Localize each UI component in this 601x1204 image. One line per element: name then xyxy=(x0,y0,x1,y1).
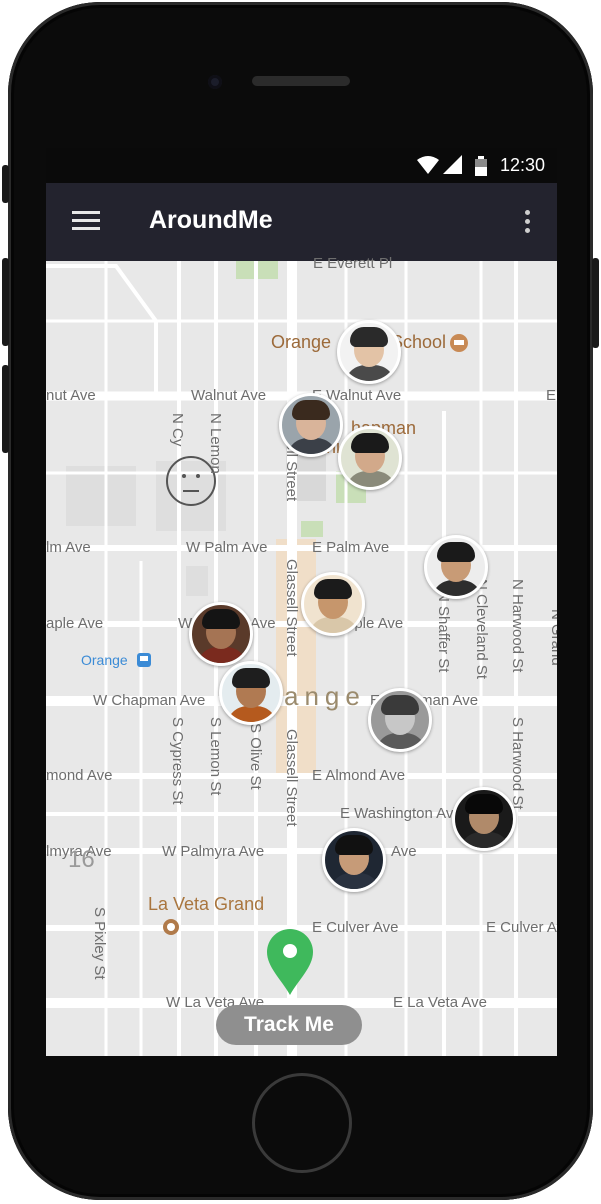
user-avatar-5[interactable] xyxy=(301,572,365,636)
street-s-cypress: S Cypress St xyxy=(169,717,186,805)
street-e-palm-ave: E Palm Ave xyxy=(312,539,390,556)
app-bar: AroundMe xyxy=(46,183,557,261)
street-walnut-ave-east: E xyxy=(546,387,557,404)
wifi-icon xyxy=(417,155,439,180)
user-avatar-2[interactable] xyxy=(279,393,343,457)
side-button-volume-up xyxy=(2,258,9,346)
transit-orange-label[interactable]: Orange xyxy=(81,652,128,668)
street-walnut-ave: Walnut Ave xyxy=(191,387,267,404)
street-e-la-veta-ave: E La Veta Ave xyxy=(393,994,487,1011)
street-n-shaffer: N Shaffer St xyxy=(435,591,452,673)
street-w-chapman-ave: W Chapman Ave xyxy=(93,692,206,709)
street-n-harwood: N Harwood St xyxy=(509,579,526,673)
city-orange-label: ange xyxy=(284,681,366,711)
screen: 12:30 AroundMe E Everett Pl nut Ave Waln… xyxy=(46,148,557,1056)
street-e-almond-ave: E Almond Ave xyxy=(312,767,406,784)
earpiece-speaker xyxy=(252,76,350,86)
home-button[interactable] xyxy=(252,1073,352,1173)
map-number-16: 16 xyxy=(68,846,95,873)
street-e-palmyra-ave: Ave xyxy=(391,843,417,860)
user-avatar-7[interactable] xyxy=(219,661,283,725)
street-walnut-ave-west: nut Ave xyxy=(46,387,96,404)
battery-icon xyxy=(475,156,487,181)
side-button-power xyxy=(592,258,599,348)
user-avatar-9[interactable] xyxy=(452,787,516,851)
street-s-pixley: S Pixley St xyxy=(91,907,108,980)
more-options-icon[interactable] xyxy=(525,210,531,234)
street-e-everett-pl: E Everett Pl xyxy=(313,255,393,272)
street-maple-ave-mid: Ave xyxy=(250,615,276,632)
street-s-olive: S Olive St xyxy=(247,723,264,790)
street-maple-ave-west: aple Ave xyxy=(46,615,104,632)
user-avatar-1[interactable] xyxy=(337,320,401,384)
user-avatar-10[interactable] xyxy=(322,828,386,892)
street-almond-ave-west: mond Ave xyxy=(46,767,113,784)
street-e-culver-ave: E Culver Ave xyxy=(312,919,399,936)
user-avatar-3[interactable] xyxy=(338,426,402,490)
street-glassell-mid: Glassell Street xyxy=(283,559,300,657)
poi-la-veta-grand[interactable]: La Veta Grand xyxy=(148,894,264,915)
menu-icon[interactable] xyxy=(72,211,100,233)
user-avatar-4[interactable] xyxy=(424,535,488,599)
track-me-button[interactable]: Track Me xyxy=(216,1005,362,1045)
street-n-cypress: N Cy xyxy=(169,413,186,447)
street-e-culver-ave-east: E Culver Ave xyxy=(486,919,557,936)
side-button-mute xyxy=(2,165,9,203)
street-e-washington-ave: E Washington Ave xyxy=(340,805,462,822)
app-title: AroundMe xyxy=(149,206,273,234)
street-n-lemon: N Lemon xyxy=(207,413,224,474)
street-s-harwood: S Harwood St xyxy=(509,717,526,810)
poi-orange-school-a[interactable]: Orange xyxy=(271,332,331,353)
front-camera xyxy=(208,75,222,89)
status-bar: 12:30 xyxy=(46,148,557,183)
user-avatar-6[interactable] xyxy=(189,602,253,666)
street-w-palmyra-ave: W Palmyra Ave xyxy=(162,843,265,860)
street-glassell-south: Glassell Street xyxy=(283,729,300,827)
street-s-lemon: S Lemon St xyxy=(207,717,224,796)
map-view[interactable]: E Everett Pl nut Ave Walnut Ave E Walnut… xyxy=(46,255,557,1056)
location-pin-icon[interactable] xyxy=(265,927,315,997)
signal-icon xyxy=(443,155,463,180)
side-button-volume-down xyxy=(2,365,9,453)
street-w-palm-ave: W Palm Ave xyxy=(186,539,268,556)
status-time: 12:30 xyxy=(499,155,545,175)
user-avatar-8[interactable] xyxy=(368,688,432,752)
street-n-grand: N Grand xyxy=(548,609,557,666)
street-palm-ave-west: lm Ave xyxy=(46,539,91,556)
